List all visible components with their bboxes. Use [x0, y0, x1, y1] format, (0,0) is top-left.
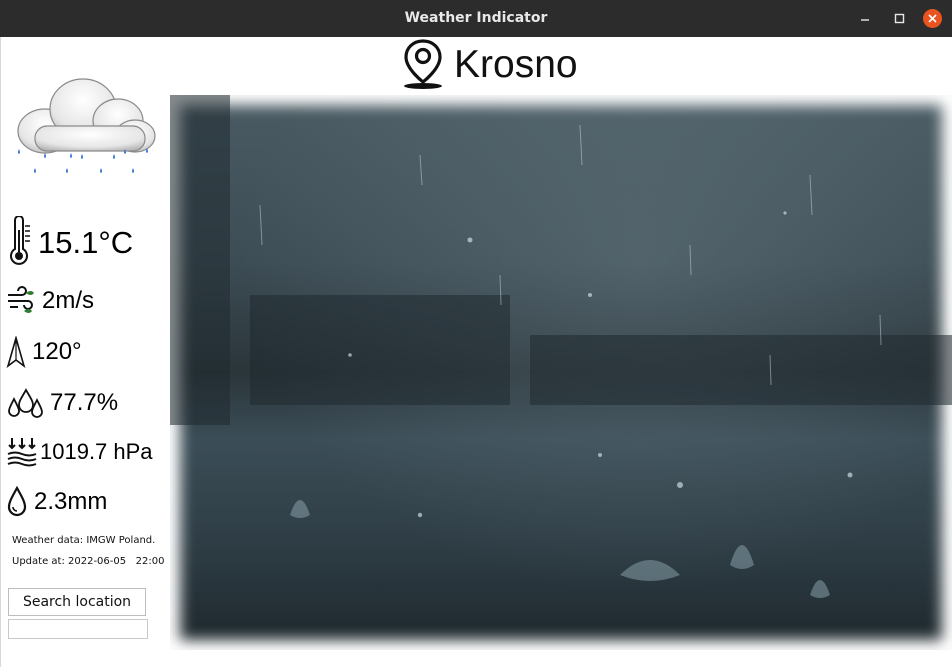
pressure-value: 1019.7 hPa — [40, 439, 153, 464]
close-icon — [928, 14, 937, 23]
map-pin-icon — [404, 39, 442, 89]
update-time-text: Update at: 2022-06-05 22:00 — [12, 556, 165, 567]
data-source-text: Weather data: IMGW Poland. — [12, 535, 156, 546]
title-bar: Weather Indicator — [0, 0, 952, 37]
wind-speed-value: 2m/s — [42, 287, 95, 314]
precipitation-value: 2.3mm — [34, 488, 108, 515]
minimize-icon — [861, 19, 869, 21]
pressure-row: 1019.7 hPa — [6, 436, 153, 468]
search-input[interactable] — [8, 619, 148, 639]
pressure-gauge-icon — [7, 438, 37, 467]
close-button[interactable] — [923, 9, 942, 28]
maximize-button[interactable] — [890, 9, 909, 28]
temperature-row: 15.1°C — [6, 216, 133, 268]
temperature-value: 15.1°C — [38, 224, 134, 260]
search-location-button[interactable]: Search location — [8, 588, 146, 616]
wind-direction-row: 120° — [6, 336, 82, 368]
window-title: Weather Indicator — [404, 10, 548, 26]
wind-direction-value: 120° — [32, 338, 82, 365]
humidity-value: 77.7% — [50, 389, 119, 416]
thermometer-icon — [10, 216, 30, 265]
city-name: Krosno — [454, 42, 578, 86]
rain-streaks — [170, 95, 952, 598]
weather-background-image — [170, 95, 952, 650]
precipitation-row: 2.3mm — [6, 486, 107, 518]
humidity-row: 77.7% — [6, 387, 118, 419]
wind-icon — [8, 286, 34, 313]
location-header: Krosno — [402, 39, 578, 89]
direction-arrow-icon — [6, 336, 26, 368]
rain-cloud-icon — [17, 78, 156, 173]
wind-speed-row: 2m/s — [6, 285, 94, 317]
minimize-button[interactable] — [856, 9, 875, 28]
humidity-drops-icon — [8, 388, 43, 418]
raindrop-icon — [7, 486, 27, 517]
maximize-icon — [894, 13, 905, 24]
